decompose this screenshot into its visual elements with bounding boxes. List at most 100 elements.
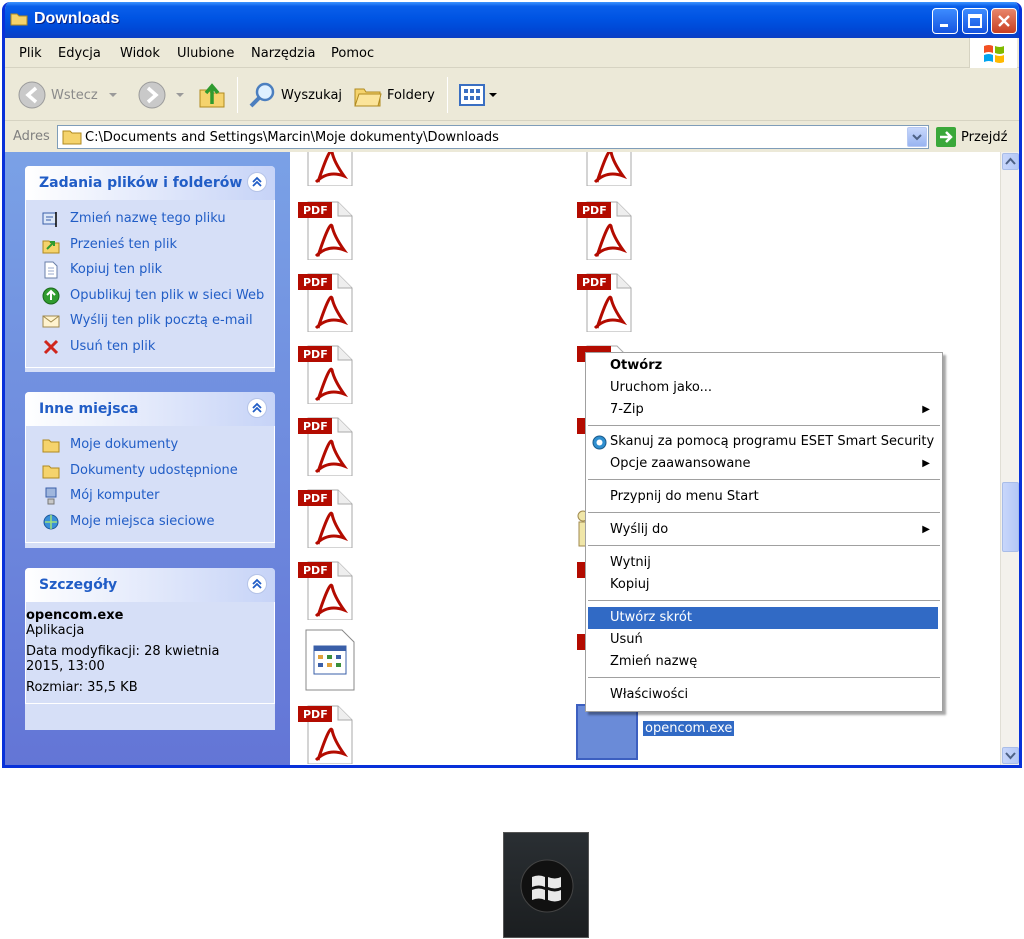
place-my-documents[interactable]: Moje dokumenty — [26, 432, 274, 458]
close-button[interactable] — [991, 8, 1017, 34]
ctx-delete[interactable]: Usuń — [588, 629, 938, 651]
other-places-header[interactable]: Inne miejsca — [25, 392, 275, 426]
close-icon — [998, 15, 1010, 27]
minimize-icon — [940, 24, 948, 27]
chevron-up-icon — [1005, 157, 1016, 165]
collapse-button[interactable] — [247, 398, 267, 418]
ctx-create-shortcut[interactable]: Utwórz skrót — [588, 607, 938, 629]
other-places-panel: Inne miejsca Moje dokumenty Dokumenty ud… — [25, 392, 275, 548]
title-bar[interactable]: Downloads — [5, 2, 1019, 38]
ctx-copy[interactable]: Kopiuj — [588, 574, 938, 596]
ctx-eset-scan[interactable]: Skanuj za pomocą programu ESET Smart Sec… — [588, 431, 938, 453]
address-input[interactable]: C:\Documents and Settings\Marcin\Moje do… — [57, 125, 929, 149]
ctx-7zip[interactable]: 7-Zip ▶ — [588, 399, 938, 421]
scroll-down-button[interactable] — [1002, 747, 1019, 764]
task-copy[interactable]: Kopiuj ten plik — [26, 257, 274, 283]
pdf-file[interactable] — [298, 152, 356, 187]
chevron-down-icon — [912, 134, 922, 141]
selected-file-label[interactable]: opencom.exe — [643, 721, 735, 736]
application-file[interactable] — [300, 628, 358, 691]
place-shared-documents[interactable]: Dokumenty udostępnione — [26, 458, 274, 484]
menu-edycja[interactable]: Edycja — [58, 46, 101, 61]
chevron-down-icon — [176, 93, 184, 97]
forward-button[interactable] — [137, 79, 187, 111]
pdf-file[interactable]: PDF — [577, 200, 635, 261]
pdf-file-icon: PDF — [298, 561, 353, 621]
ctx-open[interactable]: Otwórz — [588, 355, 938, 377]
details-header[interactable]: Szczegóły — [25, 568, 275, 602]
up-folder-icon — [199, 83, 225, 108]
folders-button[interactable]: Foldery — [353, 79, 435, 111]
scroll-thumb[interactable] — [1002, 482, 1019, 552]
move-icon — [42, 240, 60, 253]
vertical-scrollbar[interactable] — [1000, 152, 1019, 765]
pdf-file[interactable] — [577, 152, 635, 187]
collapse-button[interactable] — [247, 172, 267, 192]
file-tasks-header[interactable]: Zadania plików i folderów — [25, 166, 275, 200]
email-icon — [42, 315, 60, 328]
menu-separator — [588, 545, 940, 546]
windows-logo-icon — [984, 45, 1004, 63]
file-tasks-title: Zadania plików i folderów — [39, 175, 243, 191]
up-folder-button[interactable] — [197, 79, 227, 111]
back-label: Wstecz — [51, 87, 98, 103]
collapse-button[interactable] — [247, 574, 267, 594]
ctx-cut-label: Wytnij — [610, 555, 651, 570]
pdf-file[interactable]: PDF — [298, 200, 356, 261]
ctx-create-shortcut-label: Utwórz skrót — [610, 610, 692, 625]
ctx-properties[interactable]: Właściwości — [588, 684, 938, 706]
network-icon — [43, 514, 59, 529]
submenu-arrow-icon: ▶ — [922, 404, 930, 415]
menu-plik[interactable]: Plik — [19, 46, 42, 61]
menu-ulubione[interactable]: Ulubione — [177, 46, 234, 61]
menu-pomoc[interactable]: Pomoc — [331, 46, 374, 61]
ctx-cut[interactable]: Wytnij — [588, 552, 938, 574]
pdf-badge: PDF — [582, 276, 607, 289]
ctx-rename[interactable]: Zmień nazwę — [588, 651, 938, 673]
ctx-send-to[interactable]: Wyślij do ▶ — [588, 519, 938, 541]
file-tasks-panel: Zadania plików i folderów Zmień nazwę te… — [25, 166, 275, 372]
search-icon — [249, 82, 275, 108]
ctx-pin-start[interactable]: Przypnij do menu Start — [588, 486, 938, 508]
place-my-computer[interactable]: Mój komputer — [26, 483, 274, 509]
task-move[interactable]: Przenieś ten plik — [26, 232, 274, 258]
views-icon — [459, 84, 485, 106]
back-button[interactable]: Wstecz — [17, 79, 120, 111]
pdf-file[interactable]: PDF — [298, 488, 356, 549]
address-dropdown-button[interactable] — [907, 127, 927, 147]
place-network[interactable]: Moje miejsca sieciowe — [26, 509, 274, 535]
task-publish-web[interactable]: Opublikuj ten plik w sieci Web — [26, 283, 274, 309]
search-button[interactable]: Wyszukaj — [247, 79, 342, 111]
menu-bar: Plik Edycja Widok Ulubione Narzędzia Pom… — [5, 38, 1019, 68]
delete-icon — [43, 339, 59, 354]
pdf-file[interactable]: PDF — [298, 704, 356, 765]
details-type: Aplikacja — [26, 623, 85, 638]
place-network-label: Moje miejsca sieciowe — [70, 513, 215, 529]
scroll-up-button[interactable] — [1002, 153, 1019, 170]
menu-narzedzia[interactable]: Narzędzia — [251, 46, 316, 61]
pdf-file[interactable]: PDF — [298, 344, 356, 405]
ctx-advanced-options[interactable]: Opcje zaawansowane ▶ — [588, 453, 938, 475]
ctx-rename-label: Zmień nazwę — [610, 654, 698, 669]
maximize-button[interactable] — [962, 8, 988, 34]
minimize-button[interactable] — [932, 8, 958, 34]
pdf-file-icon: PDF — [298, 417, 353, 477]
ctx-7zip-label: 7-Zip — [610, 402, 644, 417]
menu-widok[interactable]: Widok — [120, 46, 160, 61]
ctx-run-as[interactable]: Uruchom jako... — [588, 377, 938, 399]
ctx-pin-start-label: Przypnij do menu Start — [610, 489, 759, 504]
menu-separator — [588, 677, 940, 678]
task-email[interactable]: Wyślij ten plik pocztą e-mail — [26, 308, 274, 334]
views-button[interactable] — [457, 79, 499, 111]
task-delete[interactable]: Usuń ten plik — [26, 334, 274, 360]
submenu-arrow-icon: ▶ — [922, 524, 930, 535]
selected-file-icon[interactable] — [576, 704, 638, 760]
go-button[interactable]: Przejdź — [935, 125, 1007, 149]
pdf-file[interactable]: PDF — [298, 416, 356, 477]
pdf-file[interactable]: PDF — [298, 272, 356, 333]
pdf-file[interactable]: PDF — [577, 272, 635, 333]
chevron-up-double-icon — [252, 578, 262, 589]
task-rename[interactable]: Zmień nazwę tego pliku — [26, 206, 274, 232]
task-move-label: Przenieś ten plik — [70, 236, 178, 252]
pdf-file[interactable]: PDF — [298, 560, 356, 621]
